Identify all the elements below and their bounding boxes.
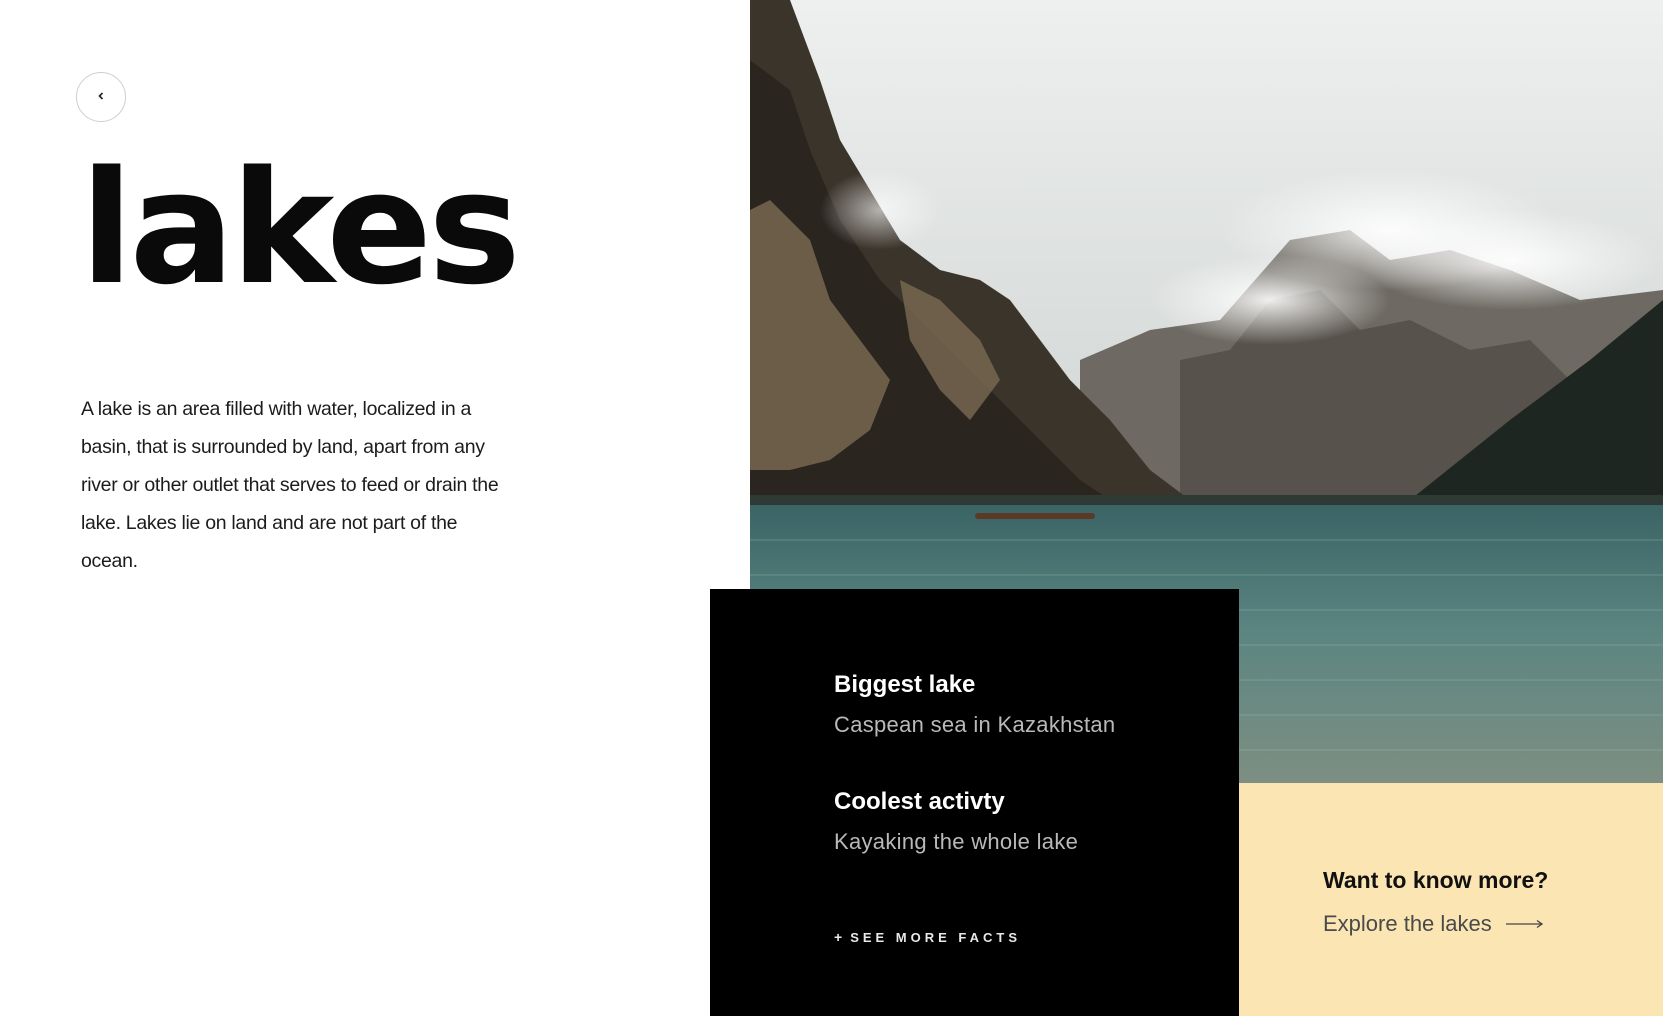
explore-lakes-label: Explore the lakes [1323,911,1492,936]
explore-lakes-link[interactable]: Explore the lakes [1323,911,1544,937]
arrow-right-icon [1505,919,1544,929]
fact-title: Biggest lake [834,671,976,698]
see-more-facts-link[interactable]: + SEE MORE FACTS [834,929,1021,945]
back-button[interactable] [76,72,126,122]
fact-item: Biggest lake Caspean sea in Kazakhstan [834,671,1115,738]
fact-text: Kayaking the whole lake [834,829,1079,854]
fact-title: Coolest activty [834,788,1005,815]
facts-card: Biggest lake Caspean sea in Kazakhstan C… [710,589,1239,1016]
fact-item: Coolest activty Kayaking the whole lake [834,788,1078,855]
page: lakes A lake is an area filled with wate… [0,0,1669,1016]
plus-icon: + [834,929,843,945]
know-more-card: Want to know more? Explore the lakes [1239,783,1663,1016]
page-edge [1663,0,1669,1016]
know-more-title: Want to know more? [1323,867,1549,893]
lake-description: A lake is an area filled with water, loc… [81,398,499,572]
chevron-left-icon [96,88,106,106]
see-more-label: SEE MORE FACTS [850,929,1022,945]
page-title: lakes [80,137,521,319]
fact-text: Caspean sea in Kazakhstan [834,712,1116,737]
